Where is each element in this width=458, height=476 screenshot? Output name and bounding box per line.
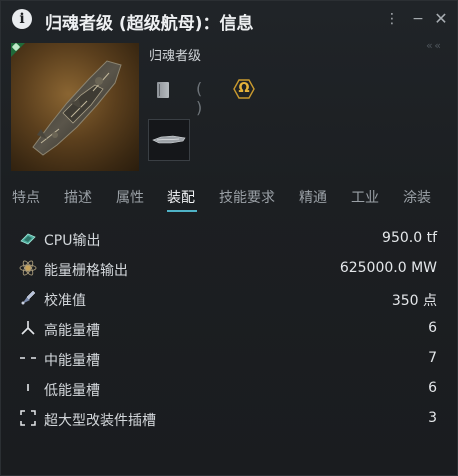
info-window: i 归魂者级 (超级航母)：信息 ⋮ − ✕ « « 归魂者级 () Ω 特点… [0,0,458,476]
tab-description[interactable]: 描述 [64,187,92,207]
fitting-attribute-list: CPU输出 950.0 tf 能量栅格输出 625000.0 MW 校准值 35… [1,223,458,433]
attribute-label: CPU输出 [44,233,101,249]
high-slot-icon [19,319,37,337]
tab-skins[interactable]: 涂装 [403,187,431,207]
attribute-label: 低能量槽 [44,383,100,399]
attribute-row: 中能量槽 7 [1,343,458,373]
attribute-value: 950.0 tf [382,230,437,246]
cpu-icon [19,229,37,247]
title-bar[interactable]: i 归魂者级 (超级航母)：信息 ⋮ − ✕ [1,1,458,37]
tab-mastery[interactable]: 精通 [299,187,327,207]
omega-icon: Ω [233,79,255,99]
info-icon: i [12,9,32,29]
ship-thumbnail[interactable] [148,119,190,161]
attribute-value: 3 [428,410,437,426]
tab-skill-requirements[interactable]: 技能要求 [219,187,275,207]
tab-fitting[interactable]: 装配 [167,187,195,207]
powergrid-icon [19,259,37,277]
bracket-icon: ( ) [196,79,213,117]
window-title: 归魂者级 (超级航母)：信息 [45,14,254,34]
attribute-row: CPU输出 950.0 tf [1,223,458,253]
attribute-value: 7 [428,350,437,366]
collapse-icon[interactable]: « « [426,39,441,52]
attribute-value: 6 [428,380,437,396]
low-slot-icon [19,379,37,397]
attribute-row: 校准值 350 点 [1,283,458,313]
attribute-value: 6 [428,320,437,336]
active-tab-indicator [167,210,197,212]
tab-bar: 特点 描述 属性 装配 技能要求 精通 工业 涂装 [1,185,458,215]
attribute-row: 低能量槽 6 [1,373,458,403]
close-icon[interactable]: ✕ [433,10,449,28]
tab-attributes[interactable]: 属性 [116,187,144,207]
ship-render-image[interactable] [11,43,139,171]
book-icon[interactable] [157,82,169,98]
minimize-icon[interactable]: − [410,10,426,28]
attribute-label: 中能量槽 [44,353,100,369]
more-options-icon[interactable]: ⋮ [384,10,400,28]
attribute-row: 能量栅格输出 625000.0 MW [1,253,458,283]
attribute-label: 超大型改装件插槽 [44,413,156,429]
attribute-row: 高能量槽 6 [1,313,458,343]
tab-industry[interactable]: 工业 [351,187,379,207]
attribute-label: 校准值 [44,293,86,309]
attribute-value: 625000.0 MW [339,260,437,276]
tab-traits[interactable]: 特点 [12,187,40,207]
rig-slot-icon [19,409,37,427]
attribute-row: 超大型改装件插槽 3 [1,403,458,433]
calibration-icon [19,289,37,307]
attribute-label: 高能量槽 [44,323,100,339]
attribute-label: 能量栅格输出 [44,263,128,279]
omega-label: Ω [238,81,250,96]
attribute-value: 350 点 [391,293,437,309]
ship-name: 归魂者级 [149,49,202,64]
mid-slot-icon [19,349,37,367]
